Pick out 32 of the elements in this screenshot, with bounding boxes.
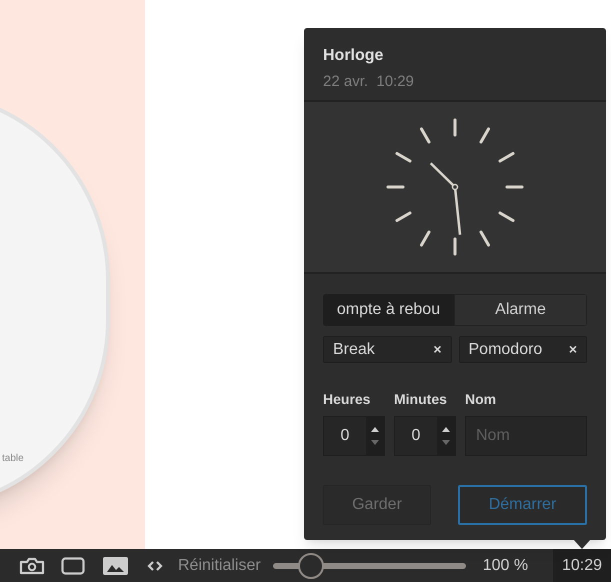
spinner-value: 0 [340,426,350,446]
up-arrow-icon[interactable] [442,427,450,432]
field-label: Heures [323,390,372,409]
taskbar-clock[interactable]: 10:29 [552,549,611,582]
preset-label: Pomodoro [468,340,542,360]
reset-button[interactable]: Réinitialiser [178,554,261,578]
zoom-percentage: 100 % [482,556,528,576]
flyout-datetime: 22 avr. 10:29 [323,72,415,92]
code-icon[interactable] [147,558,163,572]
remove-button[interactable]: × [568,339,577,360]
flyout-title: Horloge [323,46,384,66]
preset-label: Break [333,340,375,360]
slider-thumb[interactable] [298,552,324,578]
down-arrow-icon[interactable] [442,440,450,445]
up-arrow-icon[interactable] [371,427,379,432]
camera-icon[interactable] [19,556,45,574]
mode-tab[interactable]: ompte à rebou [323,294,454,326]
preset-chip[interactable]: Pomodoro × [458,336,587,363]
down-arrow-icon[interactable] [371,440,379,445]
remove-button[interactable]: × [433,339,442,360]
zoom-slider[interactable] [272,552,466,578]
magnified-text: table [2,452,24,466]
rectangle-icon[interactable] [61,556,85,574]
spinner-value: 0 [410,426,422,446]
number-spinner[interactable]: 0 [394,416,456,456]
image-icon[interactable] [103,556,128,574]
name-field[interactable]: Nom [465,416,587,456]
preset-chip[interactable]: Break × [323,336,452,363]
mode-tab[interactable]: Alarme [455,295,586,325]
field-label: Nom [465,390,498,409]
field-label: Minutes [394,390,448,409]
number-spinner[interactable]: 0 [323,416,385,456]
